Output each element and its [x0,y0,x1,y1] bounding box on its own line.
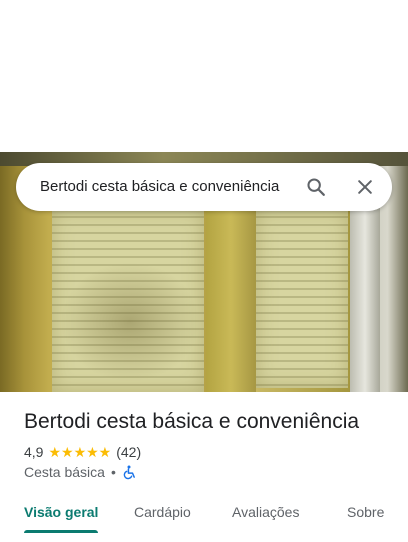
search-button[interactable] [302,173,330,201]
star-rating-icons: ★★★★★ [48,443,112,460]
search-input[interactable]: Bertodi cesta básica e conveniência [40,163,302,211]
photo-shutter-right [256,210,348,388]
place-title: Bertodi cesta básica e conveniência [24,410,360,433]
active-tab-indicator [24,530,98,533]
rating-row[interactable]: 4,9 ★★★★★ (42) [24,443,141,461]
clear-search-button[interactable] [351,173,379,201]
photo-shadow [60,262,200,382]
rating-value: 4,9 [24,444,44,460]
separator-dot: • [110,464,116,480]
place-tabs: Visão geral Cardápio Avaliações Sobre [0,492,408,542]
wheelchair-accessible-icon [123,465,135,479]
tab-menu[interactable]: Cardápio [134,492,191,532]
category-row: Cesta básica • [24,463,136,481]
search-bar[interactable]: Bertodi cesta básica e conveniência [16,163,392,211]
tab-reviews[interactable]: Avaliações [232,492,299,532]
close-icon [358,180,372,194]
review-count[interactable]: (42) [116,444,141,460]
search-icon [307,178,325,196]
tab-overview[interactable]: Visão geral [24,492,98,532]
tab-about[interactable]: Sobre [347,492,384,532]
place-category: Cesta básica [24,464,105,480]
